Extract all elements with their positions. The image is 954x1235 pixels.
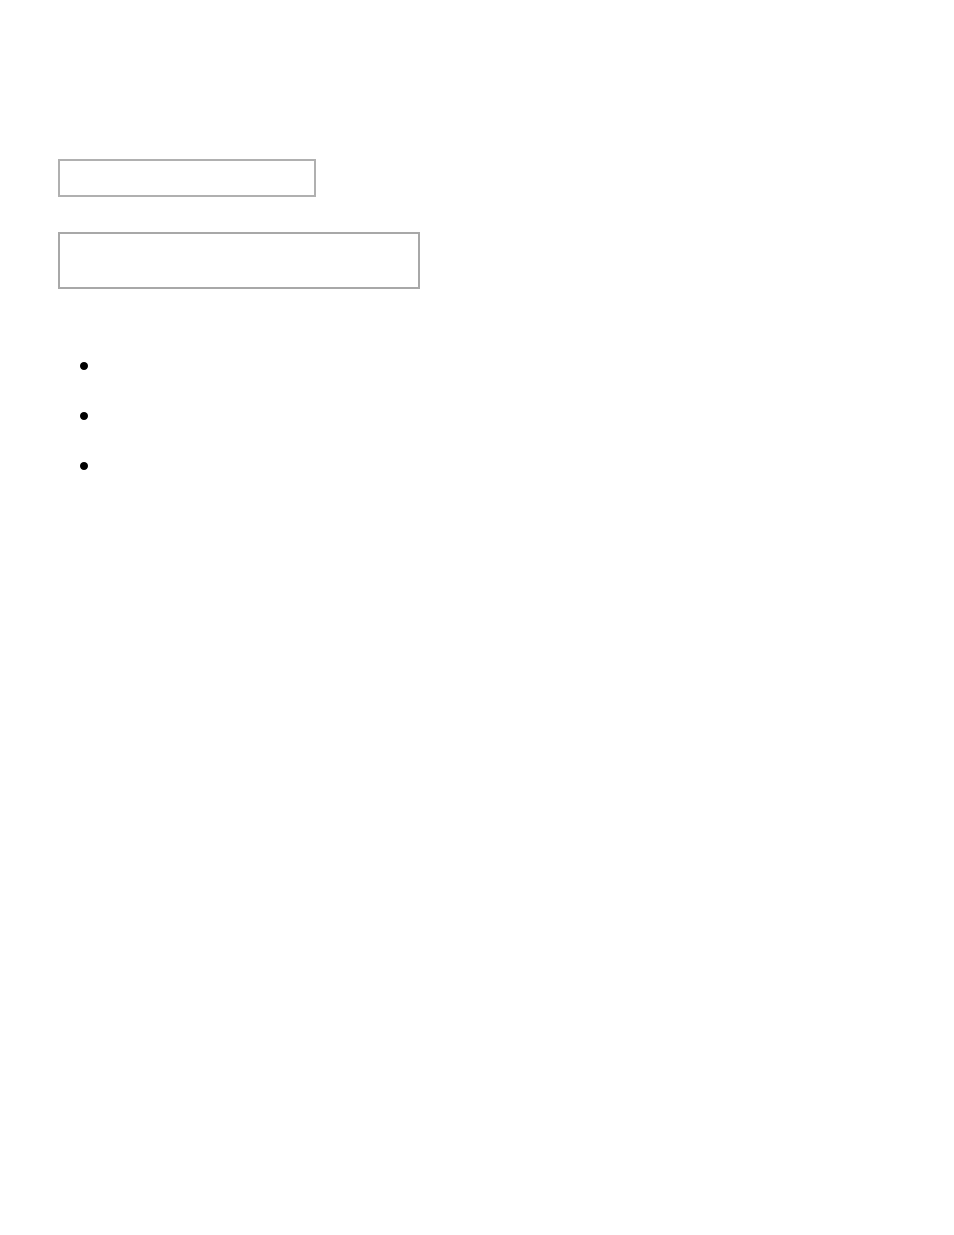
list-item [80, 462, 98, 470]
bullet-list [80, 362, 98, 512]
text-box-2 [58, 232, 420, 289]
list-item [80, 362, 98, 370]
text-box-1 [58, 159, 316, 197]
list-item [80, 412, 98, 420]
bullet-icon [80, 362, 88, 370]
bullet-icon [80, 462, 88, 470]
bullet-icon [80, 412, 88, 420]
